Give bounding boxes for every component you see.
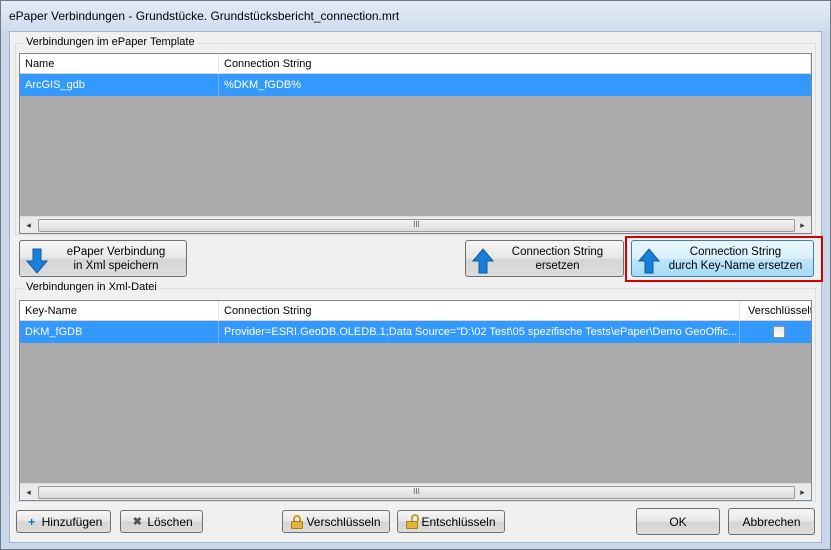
replace-key-label: Connection String durch Key-Name ersetze… — [668, 245, 803, 272]
plus-icon: + — [28, 514, 36, 529]
add-label: Hinzufügen — [41, 514, 103, 529]
table-row[interactable]: DKM_fGDB Provider=ESRI.GeoDB.OLEDB.1;Dat… — [20, 321, 811, 343]
xml-connections-grid[interactable]: Key-Name Connection String Verschlüsselt… — [19, 300, 812, 501]
cancel-button[interactable]: Abbrechen — [728, 508, 815, 535]
replace-with-key-name-button[interactable]: Connection String durch Key-Name ersetze… — [631, 240, 814, 277]
replace-label: Connection String ersetzen — [511, 245, 604, 272]
template-horizontal-scrollbar[interactable]: ◂ III ▸ — [20, 216, 811, 233]
template-connections-grid[interactable]: Name Connection String ArcGIS_gdb %DKM_f… — [19, 53, 812, 234]
delete-label: Löschen — [147, 514, 193, 529]
template-group-label: Verbindungen im ePaper Template — [24, 36, 197, 48]
xml-group-label: Verbindungen in Xml-Datei — [24, 281, 159, 293]
scroll-left-icon[interactable]: ◂ — [20, 217, 37, 233]
cell-encrypted — [740, 321, 811, 343]
cell-key-name: DKM_fGDB — [20, 321, 219, 343]
scroll-thumb[interactable]: III — [38, 219, 795, 232]
dialog-client-area: Verbindungen im ePaper Template Name Con… — [9, 31, 823, 543]
decrypt-button[interactable]: Entschlüsseln — [397, 510, 505, 533]
cancel-label: Abbrechen — [742, 514, 801, 529]
save-to-xml-button[interactable]: ePaper Verbindung in Xml speichern — [19, 240, 187, 277]
ok-label: OK — [669, 514, 687, 529]
column-header-name[interactable]: Name — [20, 54, 219, 74]
title-bar[interactable]: ePaper Verbindungen - Grundstücke. Grund… — [1, 1, 830, 31]
add-button[interactable]: + Hinzufügen — [16, 510, 111, 533]
delete-icon: ✖ — [132, 515, 142, 528]
scroll-right-icon[interactable]: ▸ — [794, 484, 811, 500]
arrow-up-icon — [638, 248, 660, 274]
save-to-xml-label: ePaper Verbindung in Xml speichern — [66, 245, 166, 272]
xml-grid-header: Key-Name Connection String Verschlüsselt — [20, 301, 811, 321]
window-title: ePaper Verbindungen - Grundstücke. Grund… — [9, 9, 400, 23]
ok-button[interactable]: OK — [636, 508, 720, 535]
replace-connection-string-button[interactable]: Connection String ersetzen — [465, 240, 624, 277]
cell-name: ArcGIS_gdb — [20, 74, 219, 96]
column-header-connection-string[interactable]: Connection String — [219, 54, 811, 74]
arrow-up-icon — [472, 248, 494, 274]
cell-connection-string: Provider=ESRI.GeoDB.OLEDB.1;Data Source=… — [219, 321, 740, 343]
cell-connection-string: %DKM_fGDB% — [224, 79, 302, 91]
encrypt-button[interactable]: Verschlüsseln — [282, 510, 390, 533]
arrow-down-icon — [26, 248, 48, 274]
column-header-key-name[interactable]: Key-Name — [20, 301, 219, 321]
scroll-left-icon[interactable]: ◂ — [20, 484, 37, 500]
encrypted-checkbox[interactable] — [773, 326, 785, 338]
dialog-window: ePaper Verbindungen - Grundstücke. Grund… — [0, 0, 831, 550]
column-header-encrypted[interactable]: Verschlüsselt — [740, 301, 811, 321]
xml-horizontal-scrollbar[interactable]: ◂ III ▸ — [20, 483, 811, 500]
scroll-right-icon[interactable]: ▸ — [794, 217, 811, 233]
encrypt-label: Verschlüsseln — [306, 514, 381, 529]
delete-button[interactable]: ✖ Löschen — [120, 510, 203, 533]
lock-icon — [291, 514, 304, 529]
column-header-connection-string[interactable]: Connection String — [219, 301, 740, 321]
unlock-icon — [406, 513, 420, 529]
template-grid-header: Name Connection String — [20, 54, 811, 74]
decrypt-label: Entschlüsseln — [421, 514, 496, 529]
table-row[interactable]: ArcGIS_gdb %DKM_fGDB% — [20, 74, 811, 96]
scroll-thumb[interactable]: III — [38, 486, 795, 499]
